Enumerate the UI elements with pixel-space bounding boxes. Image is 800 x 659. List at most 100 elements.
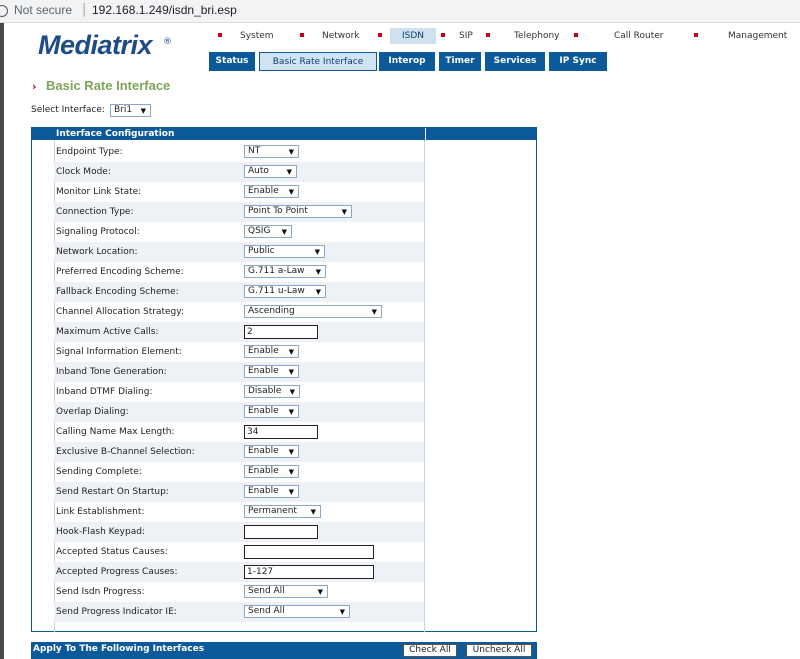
clock-mode-select[interactable]: Auto ▼: [244, 165, 297, 178]
dropdown-arrow-icon: ▼: [315, 288, 321, 296]
nav-telephony[interactable]: Telephony: [486, 28, 560, 44]
inband-dtmf-dialing-select[interactable]: Disable ▼: [244, 385, 300, 398]
bullet-icon: [694, 32, 698, 37]
row-label: Network Location:: [56, 247, 138, 257]
panel-header: Interface Configuration: [32, 128, 536, 140]
row-label: Inband DTMF Dialing:: [56, 387, 153, 397]
row-label: Channel Allocation Strategy:: [56, 307, 184, 317]
select-value: Enable: [248, 366, 279, 376]
dropdown-arrow-icon: ▼: [288, 488, 294, 496]
browser-address-bar[interactable]: Not secure | 192.168.1.249/isdn_bri.esp: [0, 0, 800, 23]
url-text[interactable]: 192.168.1.249/isdn_bri.esp: [92, 3, 237, 17]
row-label: Preferred Encoding Scheme:: [56, 267, 184, 277]
dropdown-arrow-icon: ▼: [310, 508, 316, 516]
row-label: Signal Information Element:: [56, 347, 182, 357]
dropdown-arrow-icon: ▼: [288, 468, 294, 476]
nav-isdn[interactable]: ISDN: [390, 28, 436, 44]
channel-allocation-select[interactable]: Ascending ▼: [244, 305, 382, 318]
title-arrow-icon: ›: [32, 80, 37, 93]
preferred-encoding-select[interactable]: G.711 a-Law ▼: [244, 265, 326, 278]
exclusive-b-channel-select[interactable]: Enable ▼: [244, 445, 299, 458]
overlap-dialing-select[interactable]: Enable ▼: [244, 405, 299, 418]
row-inband-tone-generation: Inband Tone Generation: Enable ▼: [54, 362, 424, 382]
row-fallback-encoding: Fallback Encoding Scheme: G.711 u-Law ▼: [54, 282, 424, 302]
select-interface-label: Select Interface:: [31, 105, 105, 115]
security-status: Not secure: [14, 3, 73, 17]
row-send-isdn-progress: Send Isdn Progress: Send All ▼: [54, 582, 424, 602]
separator: |: [82, 2, 87, 17]
row-hook-flash-keypad: Hook-Flash Keypad:: [54, 522, 424, 542]
select-value: G.711 u-Law: [248, 286, 305, 296]
row-sending-complete: Sending Complete: Enable ▼: [54, 462, 424, 482]
apply-title: Apply To The Following Interfaces: [33, 644, 205, 654]
row-overlap-dialing: Overlap Dialing: Enable ▼: [54, 402, 424, 422]
info-icon[interactable]: [0, 5, 8, 17]
row-label: Sending Complete:: [56, 467, 142, 477]
column-line: [424, 140, 425, 632]
dropdown-arrow-icon: ▼: [371, 308, 377, 316]
accepted-progress-causes-input[interactable]: 1-127: [244, 565, 374, 579]
select-interface-dropdown[interactable]: Bri1 ▼: [110, 104, 151, 117]
dropdown-arrow-icon: ▼: [140, 107, 146, 115]
dropdown-arrow-icon: ▼: [339, 608, 345, 616]
select-value: Ascending: [248, 306, 295, 316]
dropdown-arrow-icon: ▼: [315, 268, 321, 276]
sending-complete-select[interactable]: Enable ▼: [244, 465, 299, 478]
fallback-encoding-select[interactable]: G.711 u-Law ▼: [244, 285, 326, 298]
monitor-link-state-select[interactable]: Enable ▼: [244, 185, 299, 198]
uncheck-all-button[interactable]: Uncheck All: [466, 644, 532, 657]
row-label: Accepted Status Causes:: [56, 547, 168, 557]
maximum-active-calls-input[interactable]: 2: [244, 325, 318, 339]
signal-information-element-select[interactable]: Enable ▼: [244, 345, 299, 358]
row-label: Clock Mode:: [56, 167, 111, 177]
dropdown-arrow-icon: ▼: [289, 388, 295, 396]
tab-services[interactable]: Services: [485, 52, 547, 71]
row-label: Signaling Protocol:: [56, 227, 140, 237]
row-label: Overlap Dialing:: [56, 407, 129, 417]
bullet-icon: [574, 32, 578, 37]
connection-type-select[interactable]: Point To Point ▼: [244, 205, 352, 218]
inband-tone-generation-select[interactable]: Enable ▼: [244, 365, 299, 378]
tab-status[interactable]: Status: [209, 52, 257, 71]
select-value: Enable: [248, 446, 279, 456]
tab-basic-rate-interface[interactable]: Basic Rate Interface: [259, 52, 377, 71]
accepted-status-causes-input[interactable]: [244, 545, 374, 559]
send-restart-on-startup-select[interactable]: Enable ▼: [244, 485, 299, 498]
page-title: Basic Rate Interface: [46, 78, 171, 93]
dropdown-arrow-icon: ▼: [288, 148, 294, 156]
dropdown-arrow-icon: ▼: [281, 228, 287, 236]
select-value: Point To Point: [248, 206, 308, 216]
hook-flash-keypad-input[interactable]: [244, 525, 318, 539]
network-location-select[interactable]: Public ▼: [244, 245, 325, 258]
row-label: Fallback Encoding Scheme:: [56, 287, 179, 297]
send-isdn-progress-select[interactable]: Send All ▼: [244, 585, 328, 598]
apply-interfaces-bar: Apply To The Following Interfaces Check …: [31, 642, 537, 659]
primary-nav: System Network ISDN SIP Telephony Call R…: [210, 28, 800, 44]
check-all-button[interactable]: Check All: [403, 644, 457, 657]
send-progress-indicator-ie-select[interactable]: Send All ▼: [244, 605, 350, 618]
link-establishment-select[interactable]: Permanent ▼: [244, 505, 321, 518]
endpoint-type-select[interactable]: NT ▼: [244, 145, 299, 158]
row-preferred-encoding: Preferred Encoding Scheme: G.711 a-Law ▼: [54, 262, 424, 282]
select-value: NT: [248, 146, 261, 156]
select-value: Enable: [248, 406, 279, 416]
row-monitor-link-state: Monitor Link State: Enable ▼: [54, 182, 424, 202]
row-connection-type: Connection Type: Point To Point ▼: [54, 202, 424, 222]
dropdown-arrow-icon: ▼: [341, 208, 347, 216]
select-value: Enable: [248, 486, 279, 496]
dropdown-arrow-icon: ▼: [288, 448, 294, 456]
calling-name-max-length-input[interactable]: 34: [244, 425, 318, 439]
row-channel-allocation: Channel Allocation Strategy: Ascending ▼: [54, 302, 424, 322]
signaling-protocol-select[interactable]: QSIG ▼: [244, 225, 292, 238]
bullet-icon: [441, 32, 445, 37]
dropdown-arrow-icon: ▼: [288, 408, 294, 416]
select-value: Enable: [248, 346, 279, 356]
nav-system[interactable]: System: [218, 28, 274, 44]
nav-sip[interactable]: SIP: [441, 28, 473, 44]
nav-management[interactable]: Management: [694, 28, 787, 44]
tab-timer[interactable]: Timer: [439, 52, 483, 71]
nav-call-router[interactable]: Call Router: [574, 28, 664, 44]
nav-network[interactable]: Network: [300, 28, 360, 44]
tab-interop[interactable]: Interop: [379, 52, 437, 71]
tab-ip-sync[interactable]: IP Sync: [549, 52, 607, 71]
